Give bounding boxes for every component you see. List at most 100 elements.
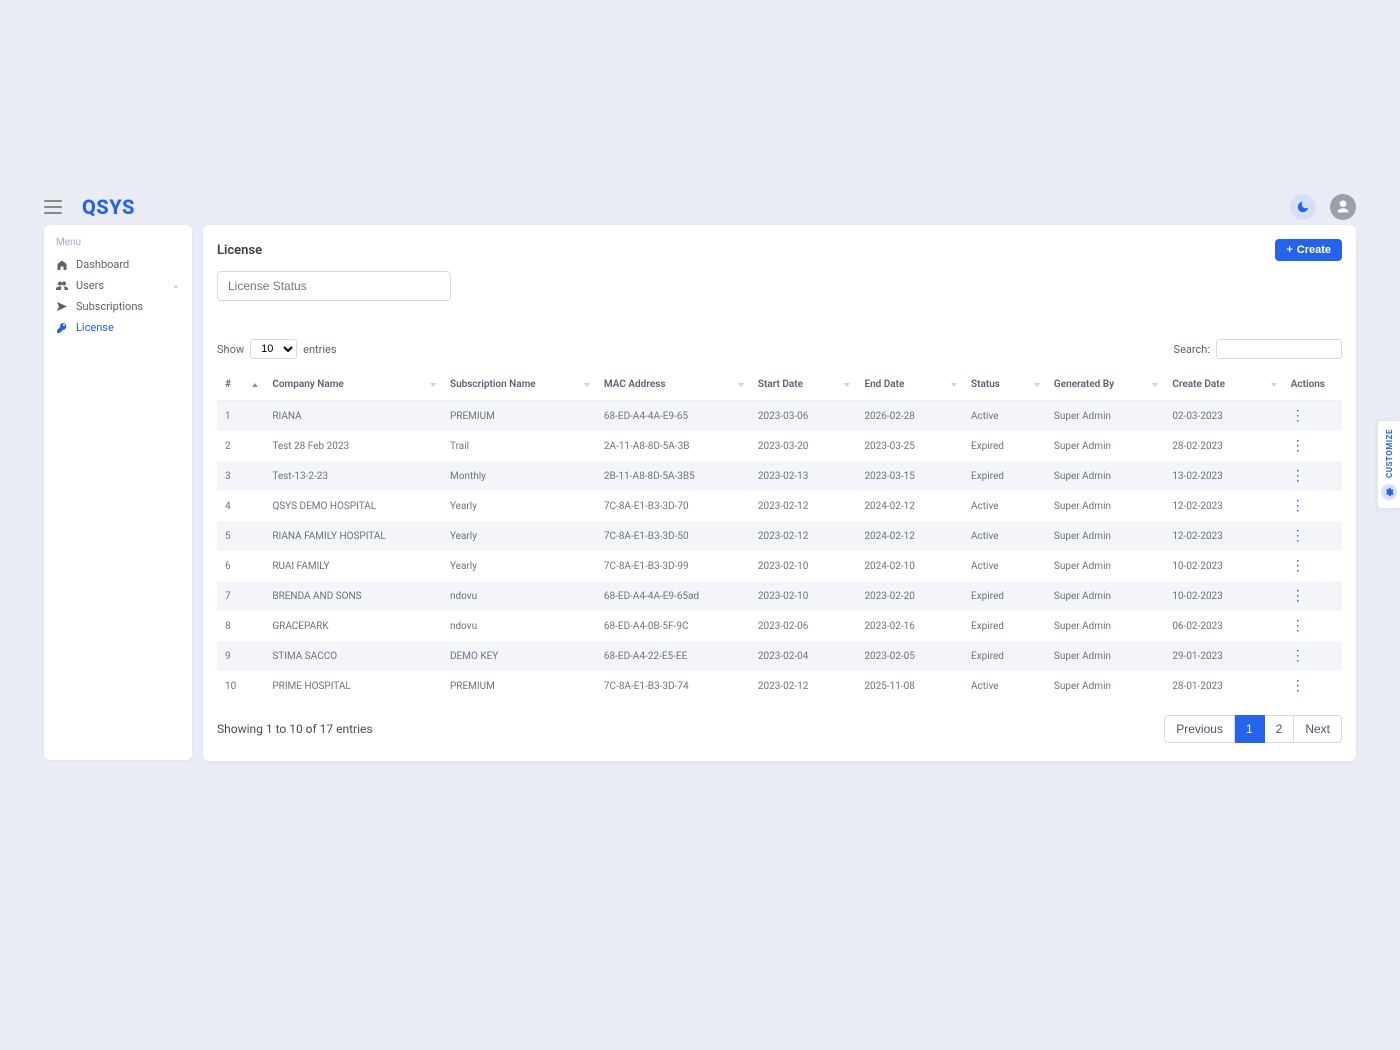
table-cell: 2023-03-06 [750,401,857,432]
col-mac-address[interactable]: MAC Address [596,369,750,401]
table-cell: 5 [217,521,264,551]
row-action-menu[interactable]: ⋮ [1291,528,1305,544]
table-row: 2Test 28 Feb 2023Trail2A-11-A8-8D-5A-3B2… [217,431,1342,461]
table-cell: ndovu [442,581,596,611]
chevron-down-icon: ⌄ [172,280,180,291]
table-cell: Super Admin [1046,401,1164,432]
hamburger-icon[interactable] [44,200,62,214]
table-cell: 7C-8A-E1-B3-3D-99 [596,551,750,581]
customize-button[interactable]: CUSTOMIZE [1377,420,1400,509]
col-start-date[interactable]: Start Date [750,369,857,401]
person-icon [1335,199,1351,215]
table-row: 10PRIME HOSPITALPREMIUM7C-8A-E1-B3-3D-74… [217,671,1342,701]
license-status-filter[interactable] [217,271,451,301]
sidebar-item-dashboard[interactable]: Dashboard [54,254,182,275]
table-cell: Active [963,551,1046,581]
table-cell: 29-01-2023 [1164,641,1282,671]
entries-label: entries [303,343,336,356]
col-status[interactable]: Status [963,369,1046,401]
table-cell: 2024-02-12 [856,521,963,551]
table-cell: 2023-03-25 [856,431,963,461]
sidebar-section-label: Menu [54,237,182,248]
theme-toggle-button[interactable] [1290,194,1316,220]
create-button[interactable]: + Create [1275,239,1342,261]
pagination-page-1[interactable]: 1 [1235,715,1265,743]
col-company-name[interactable]: Company Name [264,369,442,401]
table-cell-actions: ⋮ [1283,461,1342,491]
col-generated-by[interactable]: Generated By [1046,369,1164,401]
table-cell: Super Admin [1046,551,1164,581]
col-create-date[interactable]: Create Date [1164,369,1282,401]
row-action-menu[interactable]: ⋮ [1291,438,1305,454]
table-cell-actions: ⋮ [1283,401,1342,432]
table-cell: Expired [963,641,1046,671]
dashboard-icon [56,259,68,271]
create-button-label: Create [1297,244,1331,256]
row-action-menu[interactable]: ⋮ [1291,558,1305,574]
table-cell: 28-01-2023 [1164,671,1282,701]
table-cell: 7 [217,581,264,611]
table-cell: 2023-02-10 [750,551,857,581]
table-cell: 2024-02-10 [856,551,963,581]
table-cell: PREMIUM [442,401,596,432]
row-action-menu[interactable]: ⋮ [1291,648,1305,664]
table-cell: STIMA SACCO [264,641,442,671]
table-cell: Expired [963,581,1046,611]
table-cell: Yearly [442,521,596,551]
row-action-menu[interactable]: ⋮ [1291,618,1305,634]
entries-select[interactable]: 10 [250,339,297,359]
table-cell: Super Admin [1046,581,1164,611]
table-row: 1RIANAPREMIUM68-ED-A4-4A-E9-652023-03-06… [217,401,1342,432]
row-action-menu[interactable]: ⋮ [1291,588,1305,604]
search-group: Search: [1174,339,1342,359]
col-end-date[interactable]: End Date [856,369,963,401]
row-action-menu[interactable]: ⋮ [1291,678,1305,694]
pagination-info: Showing 1 to 10 of 17 entries [217,722,373,736]
table-cell: 2026-02-28 [856,401,963,432]
brand-logo[interactable]: QSYS [82,195,135,219]
row-action-menu[interactable]: ⋮ [1291,498,1305,514]
table-row: 3Test-13-2-23Monthly2B-11-A8-8D-5A-3B520… [217,461,1342,491]
main-card: License + Create Show 10 entries Search:… [203,225,1356,761]
user-avatar-button[interactable] [1330,194,1356,220]
table-cell: 6 [217,551,264,581]
table-cell: Yearly [442,551,596,581]
pagination-page-2[interactable]: 2 [1265,715,1295,743]
search-input[interactable] [1216,339,1342,359]
table-cell-actions: ⋮ [1283,521,1342,551]
table-toolbar: Show 10 entries Search: [217,339,1342,359]
table-cell: Active [963,521,1046,551]
table-cell: 10 [217,671,264,701]
table-cell: 68-ED-A4-22-E5-EE [596,641,750,671]
customize-label: CUSTOMIZE [1385,429,1394,478]
topbar: QSYS [44,190,1356,224]
sidebar-item-license[interactable]: License [54,317,182,338]
table-cell: 12-02-2023 [1164,521,1282,551]
page-title: License [217,243,262,258]
show-label: Show [217,343,244,356]
table-cell: RUAI FAMILY [264,551,442,581]
table-cell: 10-02-2023 [1164,551,1282,581]
col-subscription-name[interactable]: Subscription Name [442,369,596,401]
row-action-menu[interactable]: ⋮ [1291,408,1305,424]
pagination-prev[interactable]: Previous [1164,715,1235,743]
sidebar-item-subscriptions[interactable]: Subscriptions [54,296,182,317]
table-row: 9STIMA SACCODEMO KEY68-ED-A4-22-E5-EE202… [217,641,1342,671]
table-cell: 68-ED-A4-4A-E9-65ad [596,581,750,611]
table-cell: 2023-03-20 [750,431,857,461]
table-cell: 7C-8A-E1-B3-3D-74 [596,671,750,701]
table-cell: Super Admin [1046,491,1164,521]
pagination: Previous12Next [1164,715,1342,743]
table-cell: 7C-8A-E1-B3-3D-50 [596,521,750,551]
pagination-next[interactable]: Next [1294,715,1342,743]
sidebar-item-users[interactable]: Users⌄ [54,275,182,296]
col--[interactable]: # [217,369,264,401]
table-cell: Super Admin [1046,461,1164,491]
table-footer: Showing 1 to 10 of 17 entries Previous12… [217,715,1342,743]
card-header: License + Create [217,239,1342,261]
table-cell: 2023-03-15 [856,461,963,491]
table-row: 4QSYS DEMO HOSPITALYearly7C-8A-E1-B3-3D-… [217,491,1342,521]
table-cell: QSYS DEMO HOSPITAL [264,491,442,521]
table-cell: 06-02-2023 [1164,611,1282,641]
row-action-menu[interactable]: ⋮ [1291,468,1305,484]
